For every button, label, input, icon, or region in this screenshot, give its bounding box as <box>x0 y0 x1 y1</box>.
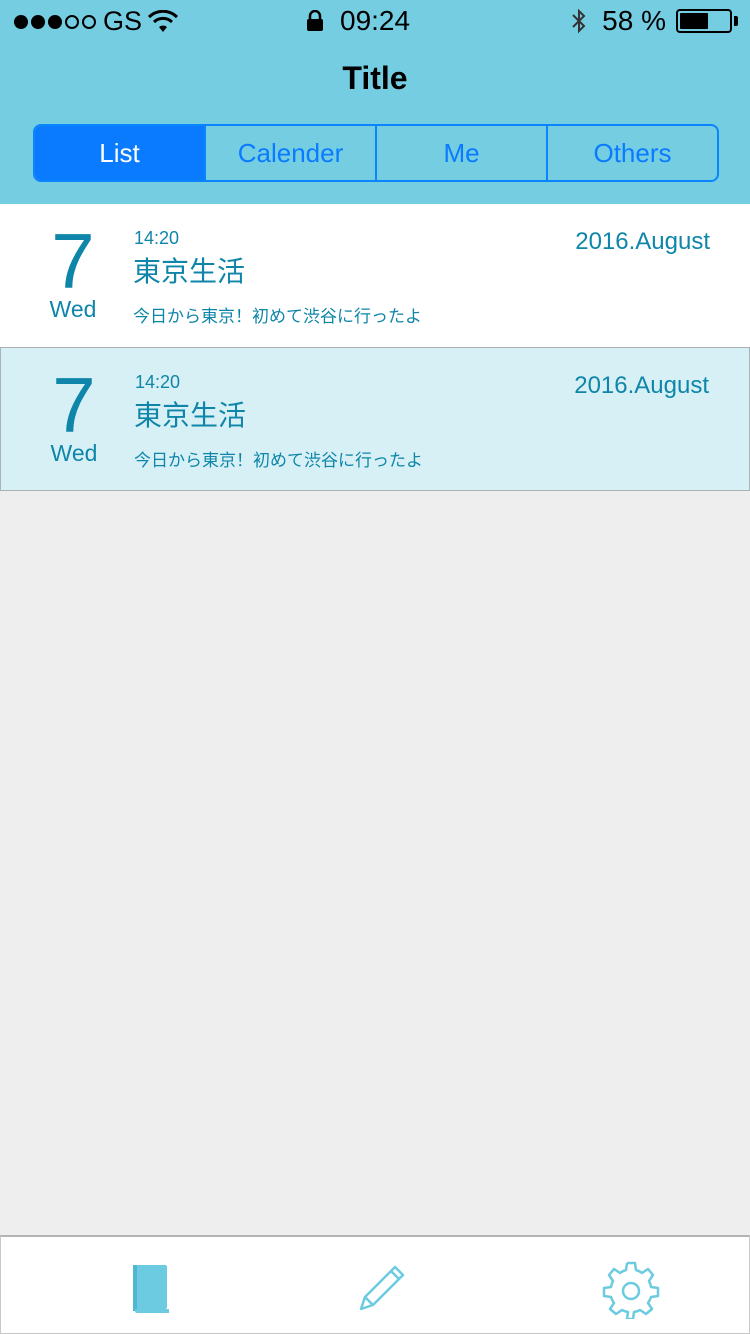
signal-dot <box>48 14 62 29</box>
entry-body: 今日から東京！初めて渋谷に行ったよ <box>133 307 422 326</box>
battery-tip <box>734 16 738 26</box>
signal-dot <box>14 14 28 29</box>
entry-body: 今日から東京！初めて渋谷に行ったよ <box>134 451 423 470</box>
battery-fill <box>680 13 708 29</box>
page-title: Title <box>342 60 408 96</box>
segmented-control: List Calender Me Others <box>33 124 719 182</box>
entry-day: 7 <box>52 361 96 449</box>
status-bar: GS 09:24 58 % <box>0 0 750 42</box>
signal-dot <box>31 14 45 29</box>
segment-me[interactable]: Me <box>377 126 548 180</box>
list-item[interactable]: 7 Wed 14:20 東京生活 今日から東京！初めて渋谷に行ったよ 2016.… <box>0 204 750 347</box>
entry-title: 東京生活 <box>134 400 247 431</box>
status-time: 09:24 <box>340 5 411 36</box>
bluetooth-icon <box>572 8 586 34</box>
entry-list: 7 Wed 14:20 東京生活 今日から東京！初めて渋谷に行ったよ 2016.… <box>0 204 750 491</box>
book-icon[interactable] <box>121 1259 181 1319</box>
tab-bar <box>0 1235 750 1334</box>
pencil-icon[interactable] <box>351 1259 411 1319</box>
lock-icon <box>307 10 323 31</box>
entry-month: 2016.August <box>575 228 710 255</box>
entry-weekday: Wed <box>49 296 97 322</box>
clock-area: 09:24 <box>306 5 410 37</box>
segment-calender[interactable]: Calender <box>206 126 377 180</box>
signal-dot <box>82 14 96 29</box>
signal-area: GS <box>14 6 179 37</box>
signal-dot <box>65 14 79 29</box>
battery-percent: 58 % <box>602 5 666 36</box>
battery-icon <box>676 9 732 33</box>
entry-time: 14:20 <box>134 228 180 248</box>
entry-weekday: Wed <box>50 440 98 466</box>
carrier-name: GS <box>103 6 143 36</box>
header-bar: GS 09:24 58 % Title List Calender Me Oth… <box>0 0 750 204</box>
entry-title: 東京生活 <box>133 256 246 287</box>
wifi-icon <box>148 9 179 32</box>
list-item[interactable]: 7 Wed 14:20 東京生活 今日から東京！初めて渋谷に行ったよ 2016.… <box>0 347 750 491</box>
segment-others[interactable]: Others <box>548 126 717 180</box>
segment-list[interactable]: List <box>35 126 206 180</box>
entry-day: 7 <box>51 217 95 305</box>
gear-icon[interactable] <box>601 1259 661 1319</box>
entry-month: 2016.August <box>574 372 709 399</box>
battery-area: 58 % <box>570 5 738 37</box>
entry-time: 14:20 <box>135 372 181 392</box>
